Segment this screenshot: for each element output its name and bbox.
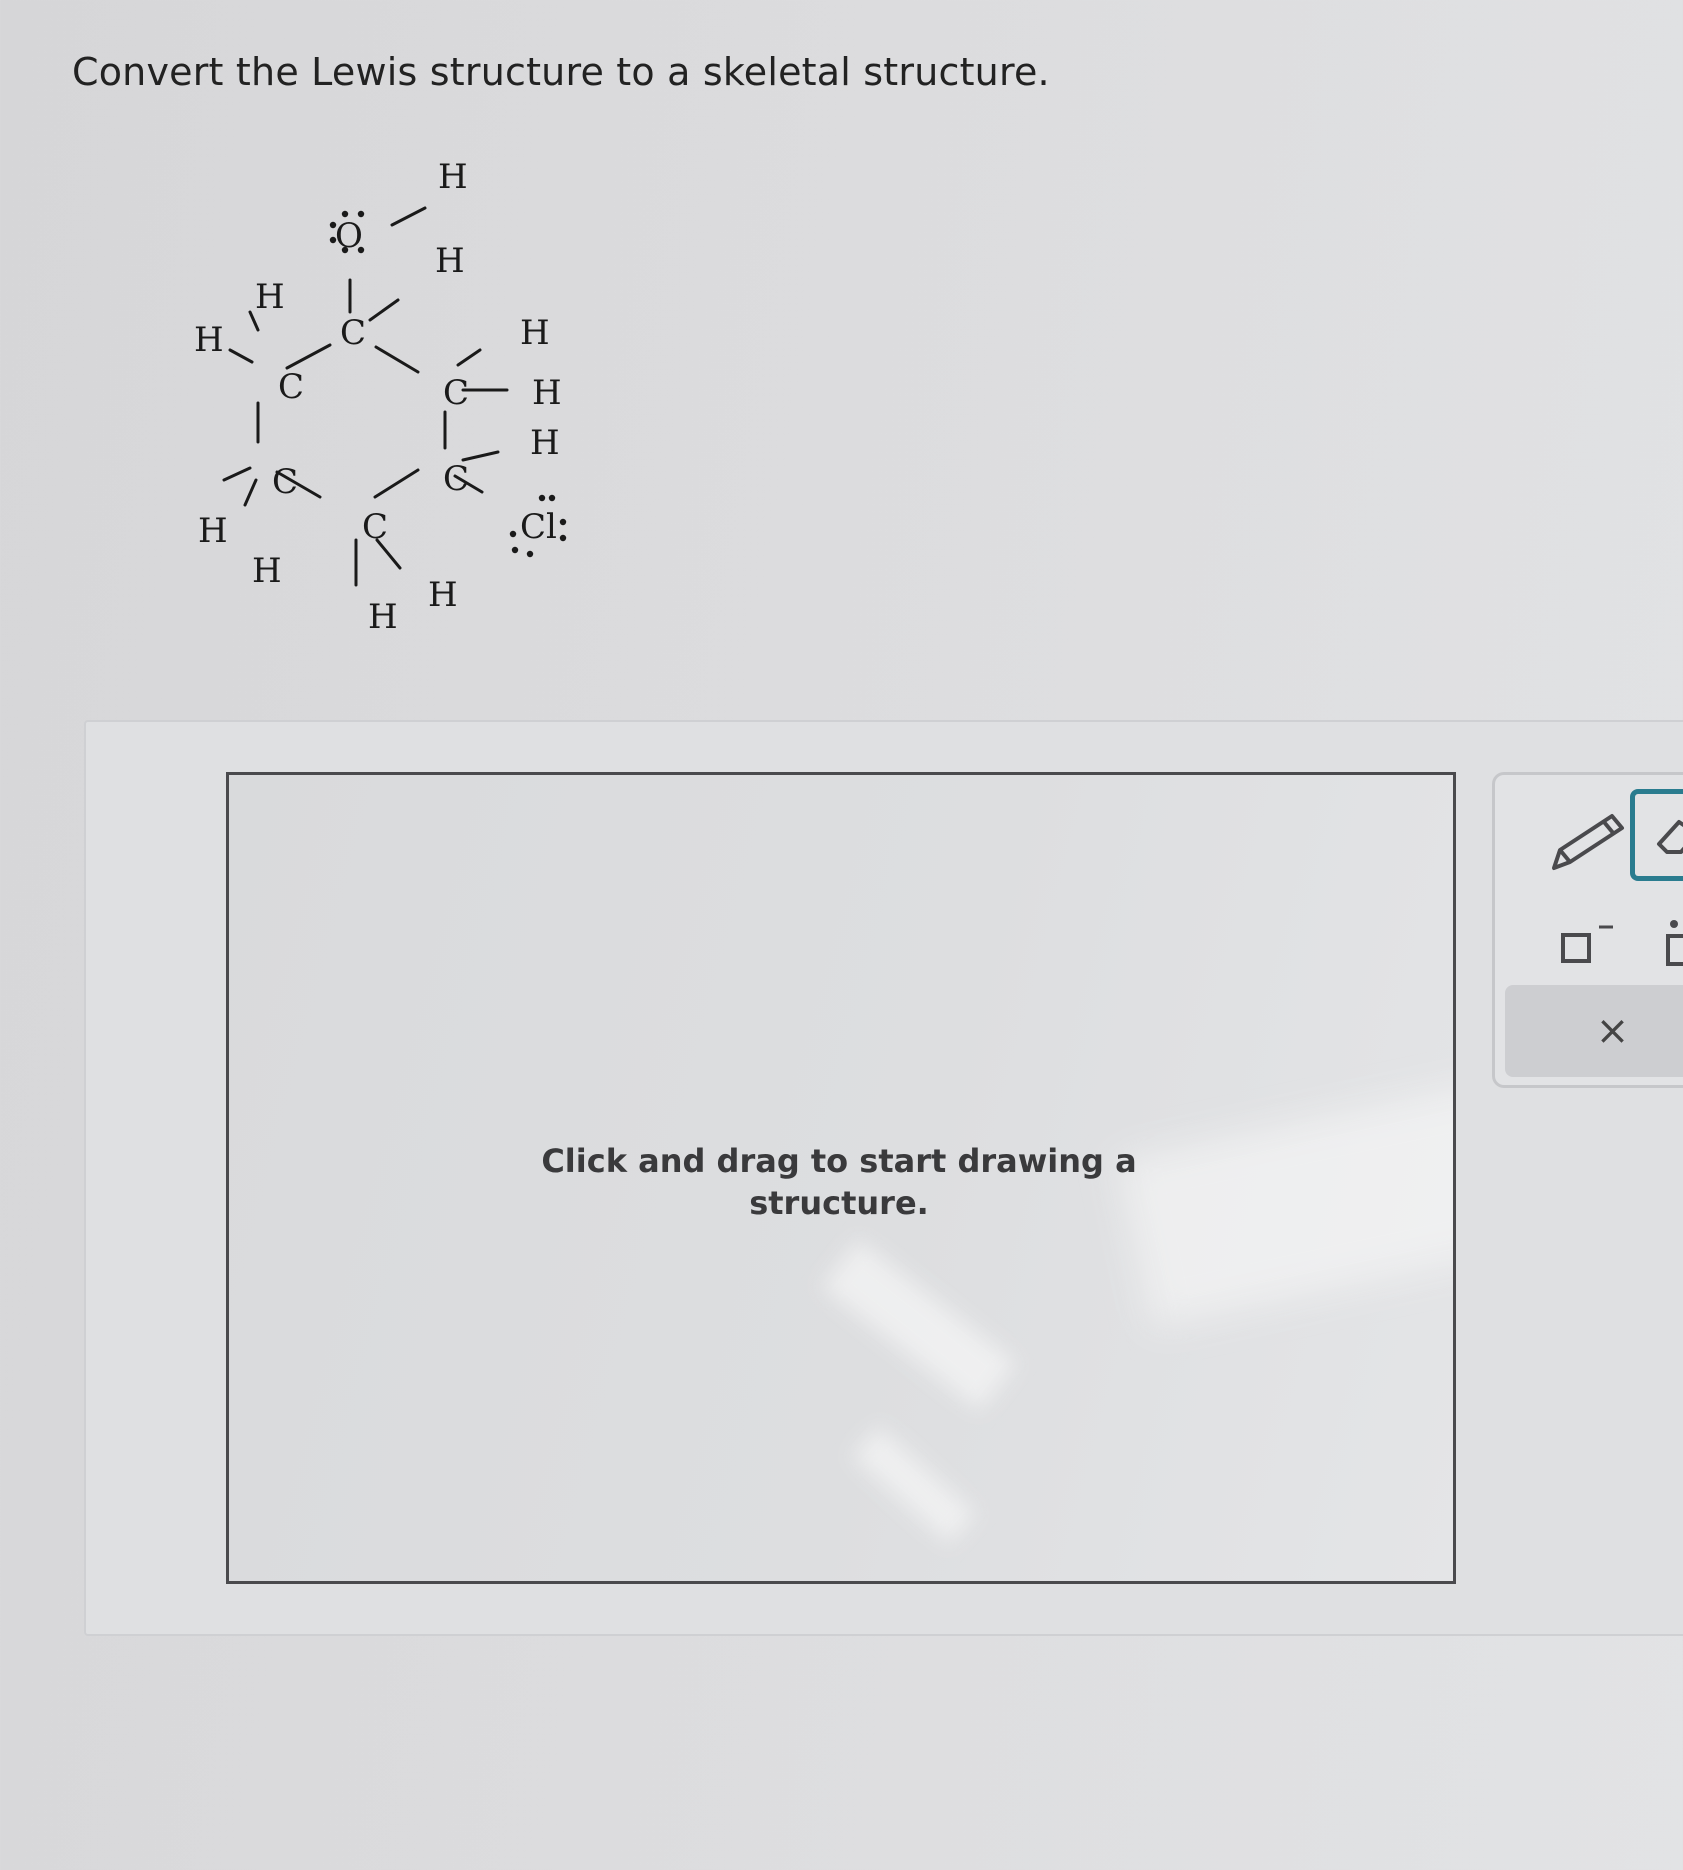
- bond-o-h: [390, 206, 427, 227]
- lone-pair-icon: [1666, 920, 1683, 966]
- lewis-structure: O H C H H H C C H H C H H C H H C H Cl: [194, 157, 567, 637]
- bond-c2-hleft: [228, 348, 254, 364]
- bond-c6-htop: [456, 348, 482, 367]
- carbon-c6: C: [443, 373, 469, 413]
- hydrogen-c3-left: H: [198, 511, 228, 551]
- hydrogen-c4-bottom: H: [368, 597, 398, 637]
- hydrogen-c2-left: H: [194, 320, 224, 360]
- charge-tool-button[interactable]: [1535, 900, 1645, 990]
- drawing-hint-line1: Click and drag to start drawing a: [541, 1142, 1137, 1180]
- hydrogen-c6-right: H: [532, 373, 562, 413]
- screen-glare: [821, 1239, 1017, 1411]
- screen-glare: [1117, 1052, 1453, 1328]
- bond-c4-c5: [373, 468, 420, 499]
- hydrogen-c2-top: H: [255, 277, 285, 317]
- lone-pair-tool-button[interactable]: [1660, 900, 1683, 990]
- close-icon: ×: [1595, 1008, 1630, 1054]
- hydrogen-c3-bottom: H: [252, 551, 282, 591]
- charge-icon: [1561, 925, 1613, 963]
- drawing-canvas[interactable]: Click and drag to start drawing a struct…: [226, 772, 1456, 1584]
- drawing-hint-line2: structure.: [749, 1184, 929, 1222]
- bond-c1-c2: [285, 343, 332, 370]
- pencil-tool-button[interactable]: [1535, 797, 1645, 887]
- clear-button[interactable]: ×: [1505, 985, 1683, 1077]
- chlorine-atom: Cl: [520, 507, 557, 547]
- hydrogen-c4-right: H: [428, 575, 458, 615]
- hydrogen-c6-top: H: [520, 313, 550, 353]
- carbon-c1: C: [340, 313, 366, 353]
- eraser-tool-button[interactable]: [1630, 789, 1683, 881]
- bond-c6-c1: [374, 345, 420, 374]
- drawing-hint: Click and drag to start drawing a struct…: [529, 1140, 1149, 1224]
- screen-glare: [852, 1426, 976, 1544]
- question-prompt: Convert the Lewis structure to a skeleta…: [72, 50, 1050, 94]
- bond-c3-hbottom: [243, 478, 258, 507]
- carbon-c4: C: [362, 507, 388, 547]
- eraser-icon: [1657, 820, 1683, 854]
- bond-c3-hleft: [222, 466, 252, 482]
- hydrogen-c5: H: [530, 423, 560, 463]
- bond-c1-h: [368, 298, 400, 322]
- pencil-icon: [1552, 814, 1624, 870]
- carbon-c5: C: [443, 459, 469, 499]
- carbon-c2: C: [278, 367, 304, 407]
- hydrogen-oh: H: [438, 157, 468, 197]
- carbon-c3: C: [272, 462, 298, 502]
- drawing-toolbar: ×: [1492, 772, 1683, 1088]
- hydrogen-c1: H: [435, 241, 465, 281]
